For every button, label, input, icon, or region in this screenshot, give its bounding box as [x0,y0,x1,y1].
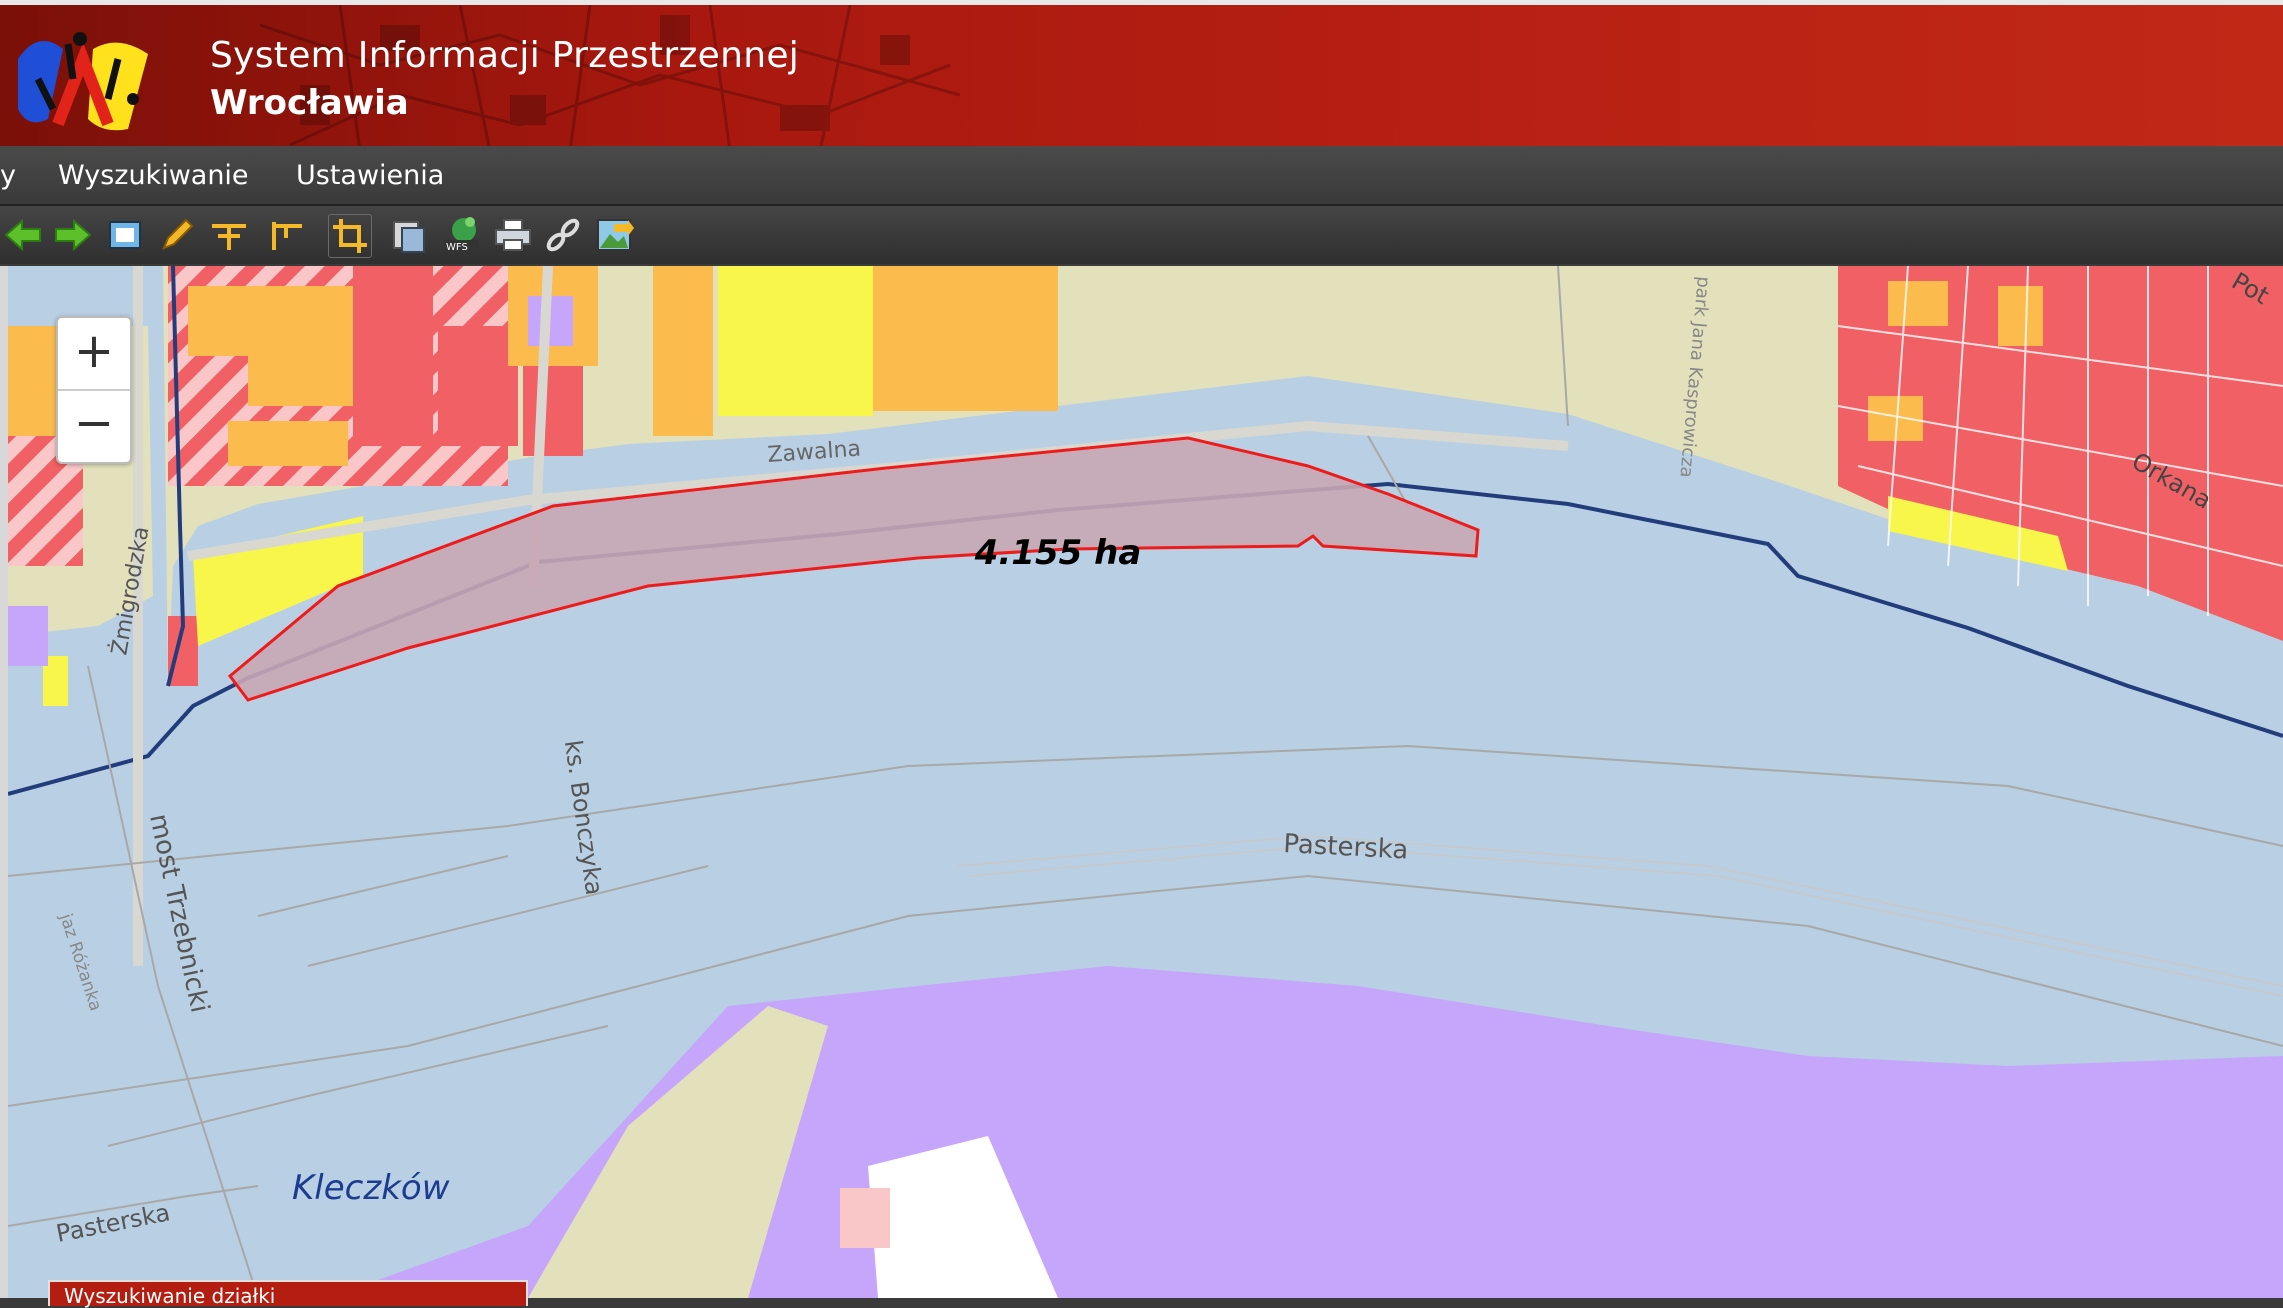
search-parcel-panel-title: Wyszukiwanie działki [64,1284,276,1308]
export-image-icon[interactable] [594,214,636,256]
measure-distance-icon[interactable] [208,214,250,256]
service-block-2 [228,421,348,466]
zoom-in-button[interactable]: + [58,318,130,391]
menu-item-wyszukiwanie[interactable]: Wyszukiwanie [58,160,249,191]
print-icon[interactable] [492,214,534,256]
area-label: 4.155 ha [974,533,1142,573]
map-toolbar: WFS [0,206,2283,264]
wroclaw-logo [18,32,148,131]
zoom-control: + − [56,316,132,464]
zoom-out-button[interactable]: − [58,390,130,461]
map-left-border [0,266,8,1298]
measure-area-icon[interactable] [266,214,308,256]
full-extent-icon[interactable] [104,214,146,256]
forward-arrow-icon[interactable] [52,214,94,256]
south-pink-parcel [840,1188,890,1248]
residential-2 [438,326,518,446]
app-title-line2: Wrocławia [210,83,409,123]
yellow-zone-1 [718,266,873,416]
service-east-3 [1998,286,2043,346]
map-svg: 4.155 ha Zawalna ks. Bonczyka Żmigrodzka… [8,266,2283,1298]
link-icon[interactable] [542,214,584,256]
search-parcel-panel[interactable]: Wyszukiwanie działki [48,1280,528,1308]
map-canvas[interactable]: 4.155 ha Zawalna ks. Bonczyka Żmigrodzka… [8,266,2283,1298]
purple-zone-west [8,606,48,666]
back-arrow-icon[interactable] [2,214,44,256]
menu-bar: y Wyszukiwanie Ustawienia [0,146,2283,206]
wfs-icon[interactable]: WFS [440,214,482,256]
layers-icon[interactable] [388,214,430,256]
app-header: System Informacji Przestrzennej Wrocławi… [0,0,2283,146]
draw-pencil-icon[interactable] [156,214,198,256]
district-label-kleczkow: Kleczków [292,1168,450,1208]
crop-icon[interactable] [328,214,372,258]
residential-1 [353,266,433,446]
service-block-4 [653,266,713,436]
menu-item-truncated[interactable]: y [0,160,16,191]
service-block-5 [873,266,1058,411]
app-title-line1: System Informacji Przestrzennej [210,35,800,76]
menu-item-ustawienia[interactable]: Ustawienia [296,160,444,191]
service-east-1 [1888,281,1948,326]
svg-text:WFS: WFS [446,242,468,253]
